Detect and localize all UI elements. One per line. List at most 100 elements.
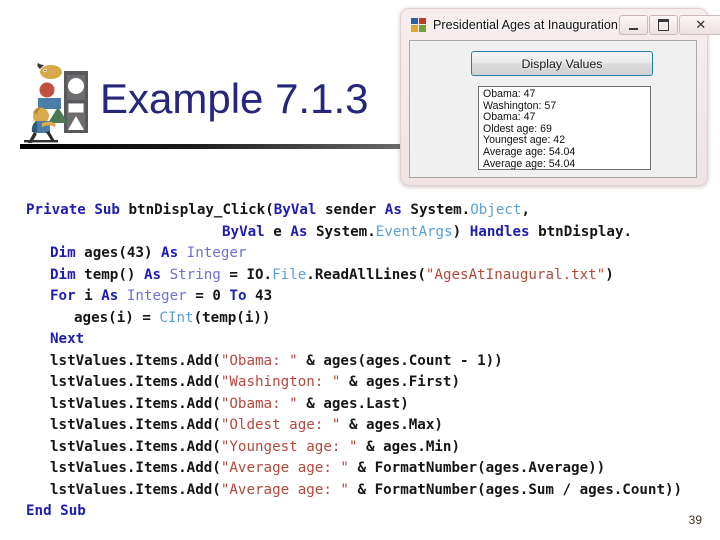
code-line: Dim ages(43) As Integer: [26, 243, 716, 265]
window-titlebar[interactable]: Presidential Ages at Inauguration ✕: [404, 12, 720, 38]
values-listbox[interactable]: Obama: 47 Washington: 57 Obama: 47 Oldest a…: [478, 86, 651, 170]
slide-page-number: 39: [688, 513, 702, 527]
code-token: (: [265, 202, 274, 218]
code-token: Handles: [469, 223, 539, 240]
code-token: As: [384, 202, 411, 218]
code-line: lstValues.Items.Add("Youngest age: " & a…: [26, 437, 716, 459]
code-token: CInt: [159, 309, 194, 326]
code-line: Dim temp() As String = IO.File.ReadAllLi…: [26, 265, 716, 287]
list-item[interactable]: Average age: 54.04: [483, 158, 650, 169]
code-token: & ages.First): [340, 374, 461, 390]
code-token: Next: [50, 331, 85, 347]
code-token: lstValues.Items.Add(: [50, 438, 221, 455]
close-button[interactable]: ✕: [678, 15, 720, 35]
code-token: ages(i) =: [74, 309, 160, 326]
code-token: & ages(ages.Count - 1)): [297, 352, 503, 369]
code-token: Object: [470, 202, 522, 218]
code-token: Integer: [186, 245, 247, 261]
code-token: "Obama: ": [220, 352, 298, 369]
minimize-icon: [628, 25, 638, 30]
code-line: lstValues.Items.Add("Oldest age: " & age…: [26, 415, 716, 437]
code-token: ): [452, 223, 470, 240]
code-line: lstValues.Items.Add("Obama: " & ages(age…: [26, 351, 716, 373]
code-token: File: [272, 266, 307, 283]
code-token: "Washington: ": [220, 374, 341, 390]
code-line: ByVal e As System.EventArgs) Handles btn…: [26, 222, 716, 244]
code-line: Next: [26, 329, 716, 351]
list-item[interactable]: Average age: 54.04: [483, 146, 650, 159]
code-token: sender: [324, 202, 385, 218]
code-token: Dim: [50, 245, 85, 261]
code-token: = IO.: [229, 266, 273, 283]
vb-code-listing: Private Sub btnDisplay_Click(ByVal sende…: [26, 200, 716, 523]
code-token: ): [605, 266, 614, 283]
code-line: lstValues.Items.Add("Washington: " & age…: [26, 372, 716, 394]
code-token: End: [26, 503, 61, 519]
code-token: lstValues.Items.Add(: [50, 417, 221, 433]
code-token: temp(): [84, 266, 144, 283]
code-token: "AgesAtInaugural.txt": [425, 266, 606, 283]
code-token: lstValues.Items.Add(: [50, 352, 221, 369]
code-line: For i As Integer = 0 To 43: [26, 286, 716, 308]
code-token: Dim: [50, 266, 85, 283]
person-carrying-shapes-clipart: [20, 63, 92, 144]
code-token: .ReadAllLines(: [306, 266, 426, 283]
code-token: "Average age: ": [220, 481, 349, 498]
code-token: "Average age: ": [220, 460, 349, 476]
code-line: lstValues.Items.Add("Average age: " & Fo…: [26, 480, 716, 502]
code-token: EventArgs: [375, 223, 453, 240]
code-token: String: [169, 266, 230, 283]
maximize-button[interactable]: [648, 15, 678, 35]
code-token: As: [143, 266, 170, 283]
code-token: e: [273, 223, 291, 240]
code-token: lstValues.Items.Add(: [50, 481, 221, 498]
code-token: btnDisplay.: [538, 223, 633, 240]
code-token: lstValues.Items.Add(: [50, 374, 221, 390]
code-token: For: [50, 288, 85, 304]
code-token: & ages.Max): [340, 417, 443, 433]
page-title: Example 7.1.3: [100, 75, 369, 122]
code-line: ages(i) = CInt(temp(i)): [26, 308, 716, 330]
code-token: ,: [521, 202, 530, 218]
minimize-button[interactable]: [618, 15, 648, 35]
code-token: Integer: [126, 288, 196, 304]
window-client-area: Display Values Obama: 47 Washington: 57 Ob…: [409, 40, 697, 178]
code-token: "Obama: ": [220, 395, 298, 412]
vb-form-icon: [411, 18, 426, 32]
list-item[interactable]: Obama: 47: [483, 88, 650, 101]
code-token: As: [290, 223, 316, 240]
code-line: lstValues.Items.Add("Average age: " & Fo…: [26, 458, 716, 480]
code-line: lstValues.Items.Add("Obama: " & ages.Las…: [26, 394, 716, 416]
code-token: & ages.Min): [357, 438, 461, 455]
code-token: ByVal: [222, 223, 274, 240]
code-line: Private Sub btnDisplay_Click(ByVal sende…: [26, 200, 716, 222]
code-token: i: [84, 288, 102, 304]
code-token: & ages.Last): [297, 395, 409, 412]
close-icon: ✕: [695, 17, 707, 33]
presidential-ages-window[interactable]: Presidential Ages at Inauguration ✕ Disp…: [400, 8, 720, 186]
code-token: btnDisplay_Click: [128, 202, 266, 218]
code-token: lstValues.Items.Add(: [50, 395, 221, 412]
code-token: Sub: [60, 503, 86, 519]
code-line: End Sub: [26, 501, 716, 523]
maximize-icon: [657, 19, 669, 31]
code-token: To: [229, 288, 256, 304]
code-token: Sub: [94, 202, 129, 218]
code-token: As: [101, 288, 127, 304]
code-token: = 0: [195, 288, 230, 304]
code-token: & FormatNumber(ages.Average)): [348, 460, 606, 476]
code-token: As: [161, 245, 187, 261]
window-title-text: Presidential Ages at Inauguration: [433, 18, 618, 32]
code-token: "Youngest age: ": [220, 438, 358, 455]
code-token: lstValues.Items.Add(: [50, 460, 221, 476]
code-token: System.: [315, 223, 376, 240]
code-token: (temp(i)): [193, 309, 271, 326]
display-values-button[interactable]: Display Values: [471, 51, 653, 76]
code-token: "Oldest age: ": [220, 417, 341, 433]
code-token: ByVal: [273, 202, 325, 218]
code-token: System.: [410, 202, 471, 218]
code-token: Private: [26, 202, 95, 218]
code-token: ages(43): [84, 245, 162, 261]
code-token: 43: [255, 288, 273, 304]
code-token: & FormatNumber(ages.Sum / ages.Count)): [348, 481, 683, 498]
